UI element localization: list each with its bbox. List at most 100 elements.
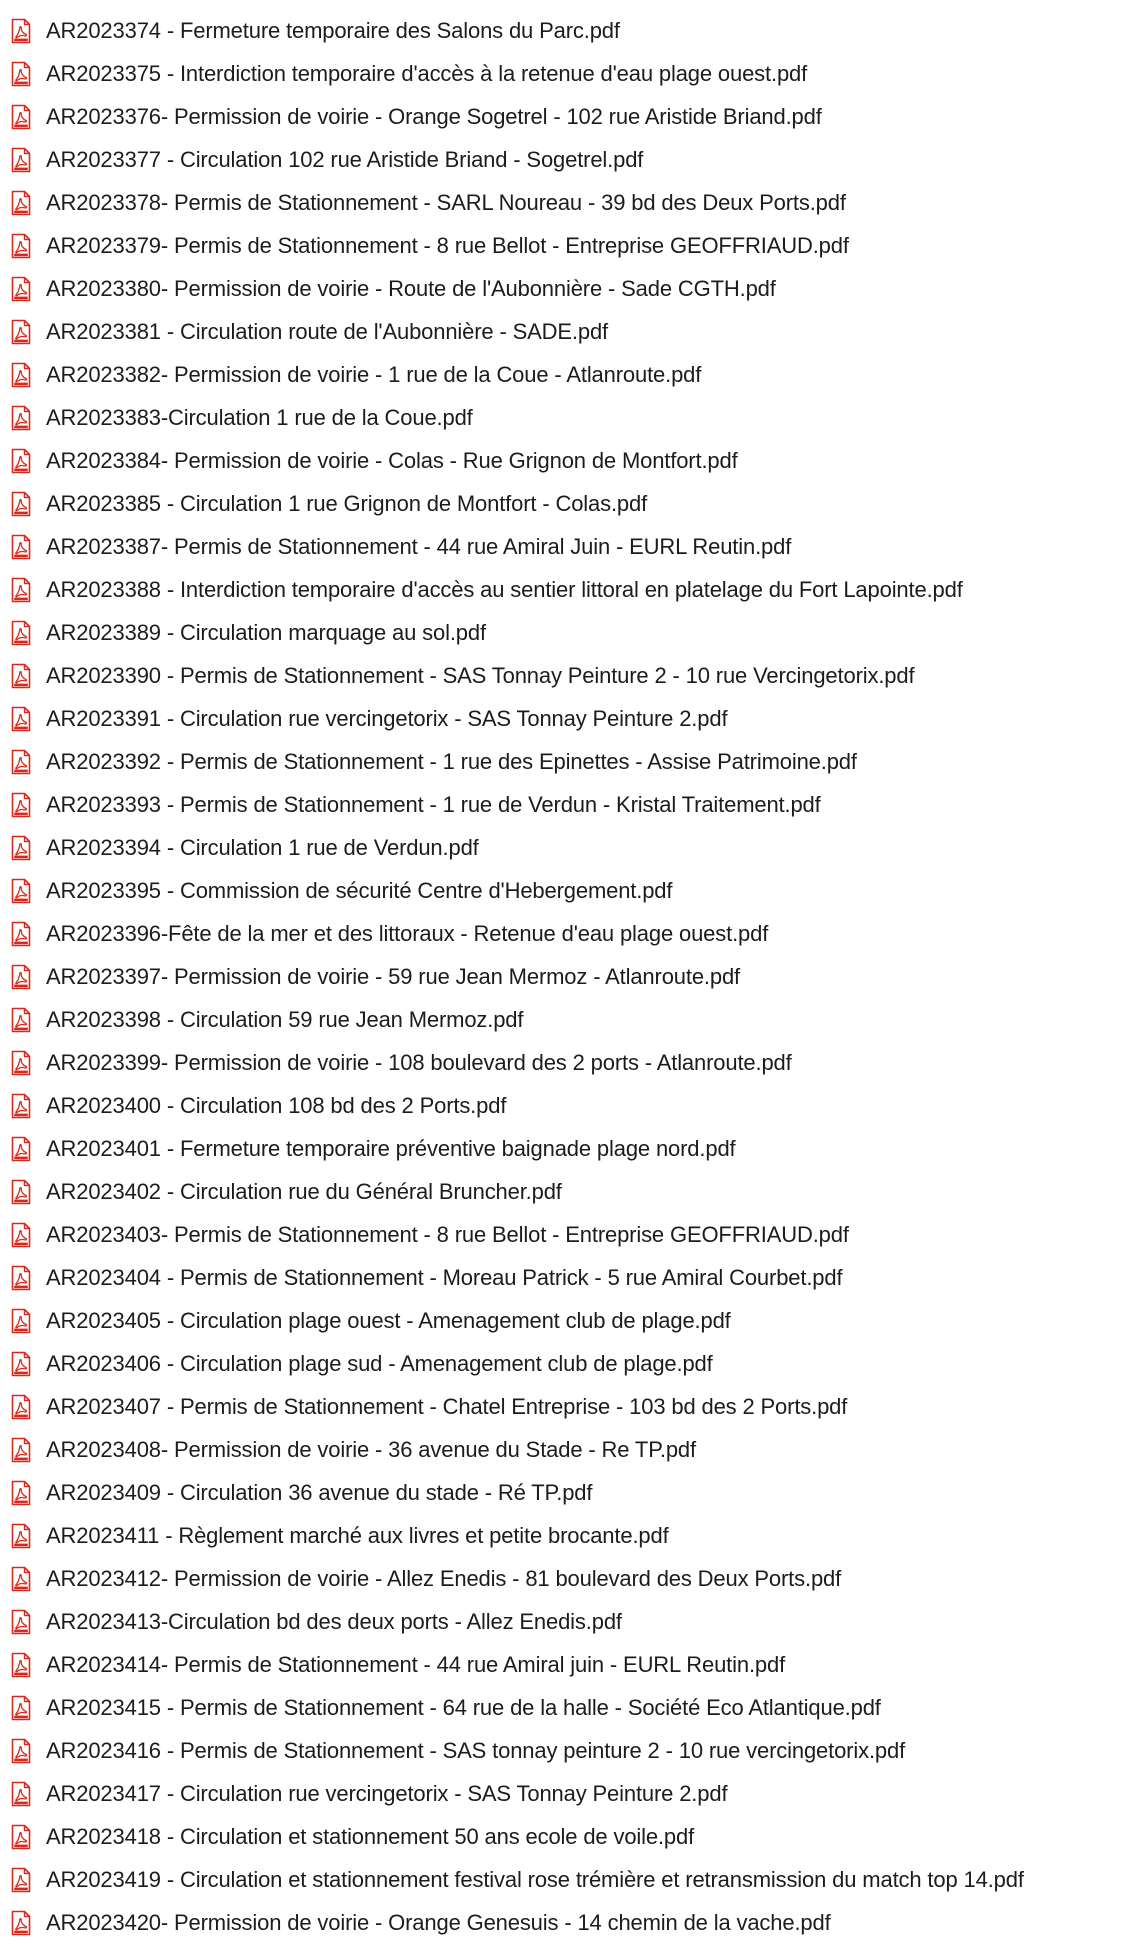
file-list-item[interactable]: AR2023404 - Permis de Stationnement - Mo…	[0, 1256, 1128, 1299]
pdf-file-icon	[10, 319, 32, 345]
pdf-file-icon	[10, 18, 32, 44]
file-list-item[interactable]: AR2023407 - Permis de Stationnement - Ch…	[0, 1385, 1128, 1428]
file-list-item[interactable]: AR2023408- Permission de voirie - 36 ave…	[0, 1428, 1128, 1471]
file-list-item[interactable]: AR2023413-Circulation bd des deux ports …	[0, 1600, 1128, 1643]
file-name: AR2023377 - Circulation 102 rue Aristide…	[46, 146, 644, 172]
pdf-file-icon	[10, 1351, 32, 1377]
file-name: AR2023387- Permis de Stationnement - 44 …	[46, 533, 792, 559]
pdf-file-icon	[10, 1695, 32, 1721]
file-list-item[interactable]: AR2023380- Permission de voirie - Route …	[0, 267, 1128, 310]
file-name: AR2023405 - Circulation plage ouest - Am…	[46, 1307, 731, 1333]
file-list-item[interactable]: AR2023389 - Circulation marquage au sol.…	[0, 611, 1128, 654]
pdf-file-icon	[10, 749, 32, 775]
file-list: AR2023374 - Fermeture temporaire des Sal…	[0, 9, 1128, 1944]
pdf-file-icon	[10, 921, 32, 947]
file-list-item[interactable]: AR2023388 - Interdiction temporaire d'ac…	[0, 568, 1128, 611]
file-list-item[interactable]: AR2023375 - Interdiction temporaire d'ac…	[0, 52, 1128, 95]
file-list-item[interactable]: AR2023403- Permis de Stationnement - 8 r…	[0, 1213, 1128, 1256]
file-list-item[interactable]: AR2023400 - Circulation 108 bd des 2 Por…	[0, 1084, 1128, 1127]
file-name: AR2023380- Permission de voirie - Route …	[46, 275, 776, 301]
file-list-item[interactable]: AR2023379- Permis de Stationnement - 8 r…	[0, 224, 1128, 267]
pdf-file-icon	[10, 1179, 32, 1205]
file-name: AR2023419 - Circulation et stationnement…	[46, 1866, 1024, 1892]
file-list-item[interactable]: AR2023374 - Fermeture temporaire des Sal…	[0, 9, 1128, 52]
pdf-file-icon	[10, 835, 32, 861]
file-list-item[interactable]: AR2023414- Permis de Stationnement - 44 …	[0, 1643, 1128, 1686]
pdf-file-icon	[10, 1867, 32, 1893]
pdf-file-icon	[10, 1007, 32, 1033]
file-list-item[interactable]: AR2023402 - Circulation rue du Général B…	[0, 1170, 1128, 1213]
file-list-item[interactable]: AR2023387- Permis de Stationnement - 44 …	[0, 525, 1128, 568]
pdf-file-icon	[10, 663, 32, 689]
file-name: AR2023394 - Circulation 1 rue de Verdun.…	[46, 834, 479, 860]
pdf-file-icon	[10, 1781, 32, 1807]
file-list-item[interactable]: AR2023405 - Circulation plage ouest - Am…	[0, 1299, 1128, 1342]
file-list-item[interactable]: AR2023406 - Circulation plage sud - Amen…	[0, 1342, 1128, 1385]
file-list-item[interactable]: AR2023381 - Circulation route de l'Aubon…	[0, 310, 1128, 353]
file-list-item[interactable]: AR2023396-Fête de la mer et des littorau…	[0, 912, 1128, 955]
file-list-item[interactable]: AR2023394 - Circulation 1 rue de Verdun.…	[0, 826, 1128, 869]
file-list-item[interactable]: AR2023392 - Permis de Stationnement - 1 …	[0, 740, 1128, 783]
pdf-file-icon	[10, 1566, 32, 1592]
file-list-item[interactable]: AR2023382- Permission de voirie - 1 rue …	[0, 353, 1128, 396]
pdf-file-icon	[10, 1480, 32, 1506]
file-name: AR2023402 - Circulation rue du Général B…	[46, 1178, 562, 1204]
pdf-file-icon	[10, 190, 32, 216]
pdf-file-icon	[10, 1523, 32, 1549]
file-name: AR2023413-Circulation bd des deux ports …	[46, 1608, 622, 1634]
file-list-item[interactable]: AR2023391 - Circulation rue vercingetori…	[0, 697, 1128, 740]
pdf-file-icon	[10, 1394, 32, 1420]
file-list-item[interactable]: AR2023377 - Circulation 102 rue Aristide…	[0, 138, 1128, 181]
file-list-item[interactable]: AR2023393 - Permis de Stationnement - 1 …	[0, 783, 1128, 826]
file-list-item[interactable]: AR2023395 - Commission de sécurité Centr…	[0, 869, 1128, 912]
pdf-file-icon	[10, 620, 32, 646]
file-list-item[interactable]: AR2023384- Permission de voirie - Colas …	[0, 439, 1128, 482]
pdf-file-icon	[10, 792, 32, 818]
file-name: AR2023416 - Permis de Stationnement - SA…	[46, 1737, 906, 1763]
file-list-item[interactable]: AR2023417 - Circulation rue vercingetori…	[0, 1772, 1128, 1815]
file-list-item[interactable]: AR2023376- Permission de voirie - Orange…	[0, 95, 1128, 138]
pdf-file-icon	[10, 1910, 32, 1936]
file-list-item[interactable]: AR2023409 - Circulation 36 avenue du sta…	[0, 1471, 1128, 1514]
file-name: AR2023391 - Circulation rue vercingetori…	[46, 705, 728, 731]
pdf-file-icon	[10, 577, 32, 603]
file-name: AR2023400 - Circulation 108 bd des 2 Por…	[46, 1092, 507, 1118]
pdf-file-icon	[10, 534, 32, 560]
file-name: AR2023399- Permission de voirie - 108 bo…	[46, 1049, 792, 1075]
file-name: AR2023406 - Circulation plage sud - Amen…	[46, 1350, 713, 1376]
pdf-file-icon	[10, 276, 32, 302]
pdf-file-icon	[10, 1222, 32, 1248]
file-name: AR2023392 - Permis de Stationnement - 1 …	[46, 748, 857, 774]
file-list-item[interactable]: AR2023412- Permission de voirie - Allez …	[0, 1557, 1128, 1600]
file-list-item[interactable]: AR2023385 - Circulation 1 rue Grignon de…	[0, 482, 1128, 525]
file-name: AR2023418 - Circulation et stationnement…	[46, 1823, 695, 1849]
file-list-item[interactable]: AR2023419 - Circulation et stationnement…	[0, 1858, 1128, 1901]
file-name: AR2023381 - Circulation route de l'Aubon…	[46, 318, 609, 344]
pdf-file-icon	[10, 1136, 32, 1162]
pdf-file-icon	[10, 1738, 32, 1764]
file-name: AR2023420- Permission de voirie - Orange…	[46, 1909, 831, 1935]
file-name: AR2023379- Permis de Stationnement - 8 r…	[46, 232, 849, 258]
file-name: AR2023382- Permission de voirie - 1 rue …	[46, 361, 702, 387]
file-list-item[interactable]: AR2023398 - Circulation 59 rue Jean Merm…	[0, 998, 1128, 1041]
file-list-item[interactable]: AR2023399- Permission de voirie - 108 bo…	[0, 1041, 1128, 1084]
file-list-item[interactable]: AR2023390 - Permis de Stationnement - SA…	[0, 654, 1128, 697]
file-list-item[interactable]: AR2023401 - Fermeture temporaire prévent…	[0, 1127, 1128, 1170]
file-name: AR2023414- Permis de Stationnement - 44 …	[46, 1651, 786, 1677]
pdf-file-icon	[10, 706, 32, 732]
file-list-item[interactable]: AR2023416 - Permis de Stationnement - SA…	[0, 1729, 1128, 1772]
pdf-file-icon	[10, 1824, 32, 1850]
pdf-file-icon	[10, 964, 32, 990]
file-name: AR2023411 - Règlement marché aux livres …	[46, 1522, 669, 1548]
file-list-item[interactable]: AR2023378- Permis de Stationnement - SAR…	[0, 181, 1128, 224]
file-list-item[interactable]: AR2023420- Permission de voirie - Orange…	[0, 1901, 1128, 1944]
file-name: AR2023375 - Interdiction temporaire d'ac…	[46, 60, 808, 86]
file-list-item[interactable]: AR2023411 - Règlement marché aux livres …	[0, 1514, 1128, 1557]
file-list-item[interactable]: AR2023383-Circulation 1 rue de la Coue.p…	[0, 396, 1128, 439]
file-name: AR2023403- Permis de Stationnement - 8 r…	[46, 1221, 849, 1247]
file-list-item[interactable]: AR2023418 - Circulation et stationnement…	[0, 1815, 1128, 1858]
pdf-file-icon	[10, 1050, 32, 1076]
file-name: AR2023390 - Permis de Stationnement - SA…	[46, 662, 915, 688]
file-list-item[interactable]: AR2023397- Permission de voirie - 59 rue…	[0, 955, 1128, 998]
file-list-item[interactable]: AR2023415 - Permis de Stationnement - 64…	[0, 1686, 1128, 1729]
